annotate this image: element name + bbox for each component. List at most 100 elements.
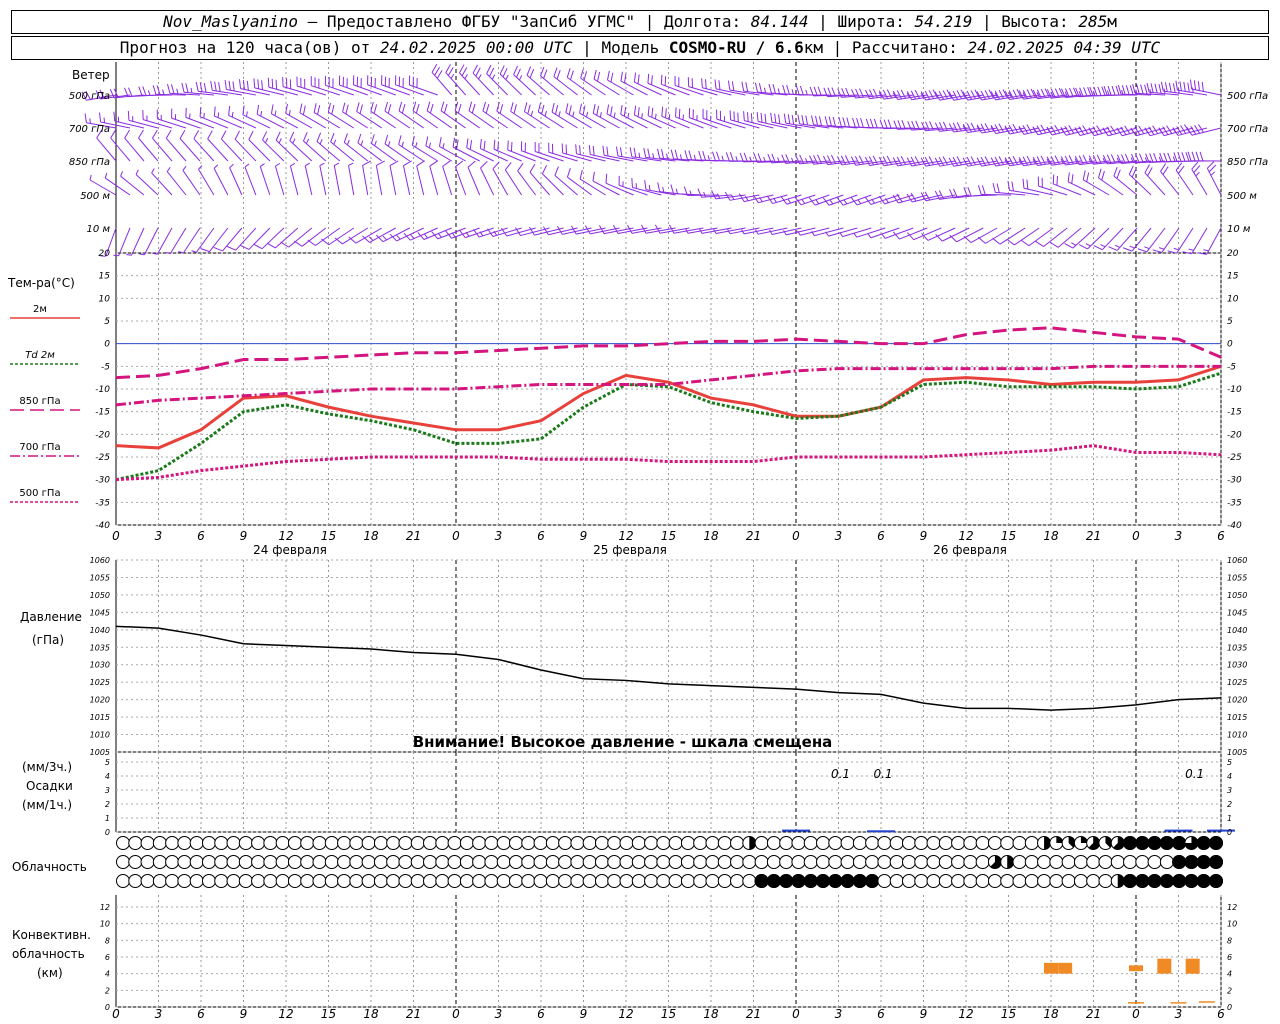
wind-barb <box>220 130 243 162</box>
pressure-ytick-right: 1015 <box>1227 713 1247 722</box>
cloud-symbol-fill <box>754 874 769 888</box>
cloud-symbol <box>447 874 462 888</box>
cloud-symbol <box>472 836 487 850</box>
cloud-symbol <box>251 836 266 850</box>
cloud-symbol <box>938 855 953 869</box>
temp-ytick-right: -20 <box>1227 430 1242 440</box>
wind-barb <box>606 104 634 129</box>
cloud-symbol <box>975 874 990 888</box>
cloud-symbol <box>189 855 204 869</box>
cloud-symbol <box>668 874 683 888</box>
conv-bar <box>1185 958 1200 974</box>
cloud-symbol <box>631 855 646 869</box>
conv-unit: (км) <box>37 966 63 980</box>
cloud-symbol <box>508 855 523 869</box>
cloud-symbol <box>730 855 745 869</box>
x-tick-label: 3 <box>495 529 503 543</box>
cloud-symbol <box>1000 874 1015 888</box>
wind-barb <box>389 160 399 196</box>
cloud-symbol <box>951 874 966 888</box>
cloud-symbol <box>263 855 278 869</box>
cloud-symbol <box>410 855 425 869</box>
wind-barb <box>370 134 397 162</box>
cloud-symbol <box>324 874 339 888</box>
wind-barb <box>426 101 452 129</box>
wind-barb <box>551 102 578 129</box>
wind-barb <box>152 227 173 255</box>
x-tick-label: 21 <box>1086 1007 1101 1021</box>
cloud-symbol <box>656 836 671 850</box>
wind-barb <box>240 227 271 250</box>
cloud-symbol <box>238 874 253 888</box>
cloud-symbol <box>1037 855 1052 869</box>
cloud-symbol <box>287 836 302 850</box>
cloud-symbol <box>889 836 904 850</box>
precip-ytick-left: 1 <box>105 814 110 823</box>
temp-ytick-right: 0 <box>1227 340 1233 350</box>
cloud-symbol <box>116 836 130 850</box>
temp-ytick-right: -30 <box>1227 476 1242 486</box>
cloud-symbol <box>987 874 1002 888</box>
cloud-symbol-fill <box>1209 855 1223 869</box>
cloud-symbol <box>631 836 646 850</box>
cloud-symbol-fill <box>1135 874 1150 888</box>
conv-ytick-left: 4 <box>105 970 110 979</box>
conv-ytick-right: 6 <box>1227 953 1232 962</box>
cloud-symbol <box>533 874 548 888</box>
cloud-symbol <box>128 874 143 888</box>
x-tick-label: 12 <box>618 529 633 543</box>
cloud-symbol <box>128 836 143 850</box>
provider: Предоставлено ФГБУ "ЗапСиб УГМС" <box>326 12 636 31</box>
wind-barb <box>362 160 372 196</box>
cloud-symbol <box>594 836 609 850</box>
cloud-symbol <box>435 855 450 869</box>
wind-barb <box>647 106 676 129</box>
wind-barb <box>307 227 341 246</box>
legend-label: 850 гПа <box>19 396 60 407</box>
wind-barb <box>565 103 592 129</box>
wind-barb <box>1197 227 1222 255</box>
x-tick-label: 15 <box>661 1007 676 1021</box>
cloud-symbol <box>165 855 180 869</box>
cloud-symbol <box>386 874 401 888</box>
temp-ytick-right: -35 <box>1227 498 1242 508</box>
pressure-ytick-left: 1025 <box>90 678 110 687</box>
x-tick-label: 12 <box>278 1007 293 1021</box>
x-tick-label: 18 <box>363 1007 379 1021</box>
x-tick-label: 12 <box>958 529 973 543</box>
cloud-symbol <box>951 836 966 850</box>
x-tick-label: 21 <box>746 529 761 543</box>
cloud-symbol <box>423 874 438 888</box>
cloud-symbol <box>337 836 352 850</box>
x-tick-label: 6 <box>877 1007 885 1021</box>
temp-title: Тем-ра(°C) <box>8 276 75 290</box>
wind-barb <box>1128 165 1152 196</box>
pressure-ytick-left: 1035 <box>90 643 110 652</box>
temp-series-line <box>115 326 1222 380</box>
cloud-symbol <box>447 855 462 869</box>
x-tick-label: 21 <box>1086 529 1101 543</box>
cloud-symbol <box>558 855 573 869</box>
cloud-symbol <box>594 874 609 888</box>
wind-barb <box>729 110 760 129</box>
lon-value: 84.144 <box>750 12 809 31</box>
cloud-symbol <box>484 836 499 850</box>
wind-level-label-left: 500 м <box>80 191 110 202</box>
wind-level-label-left: 10 м <box>87 224 111 235</box>
cloud-symbol <box>165 836 180 850</box>
cloud-symbol <box>693 836 708 850</box>
wind-barb <box>411 135 438 162</box>
cloud-symbol <box>423 855 438 869</box>
wind-barb <box>553 67 578 96</box>
convective-cloud-chart <box>1044 958 1215 1004</box>
cloud-symbol <box>791 855 806 869</box>
station-name: Nov_Maslyanino <box>163 12 298 31</box>
cloud-symbol <box>1049 855 1064 869</box>
temp-ytick-left: 5 <box>104 317 110 327</box>
wind-barb <box>440 101 466 129</box>
cloud-symbol <box>619 836 634 850</box>
wind-barb <box>592 104 620 129</box>
temp-ytick-right: -15 <box>1227 408 1242 418</box>
temp-ytick-right: -40 <box>1227 521 1242 531</box>
wind-level-label-right: 10 м <box>1227 224 1251 235</box>
